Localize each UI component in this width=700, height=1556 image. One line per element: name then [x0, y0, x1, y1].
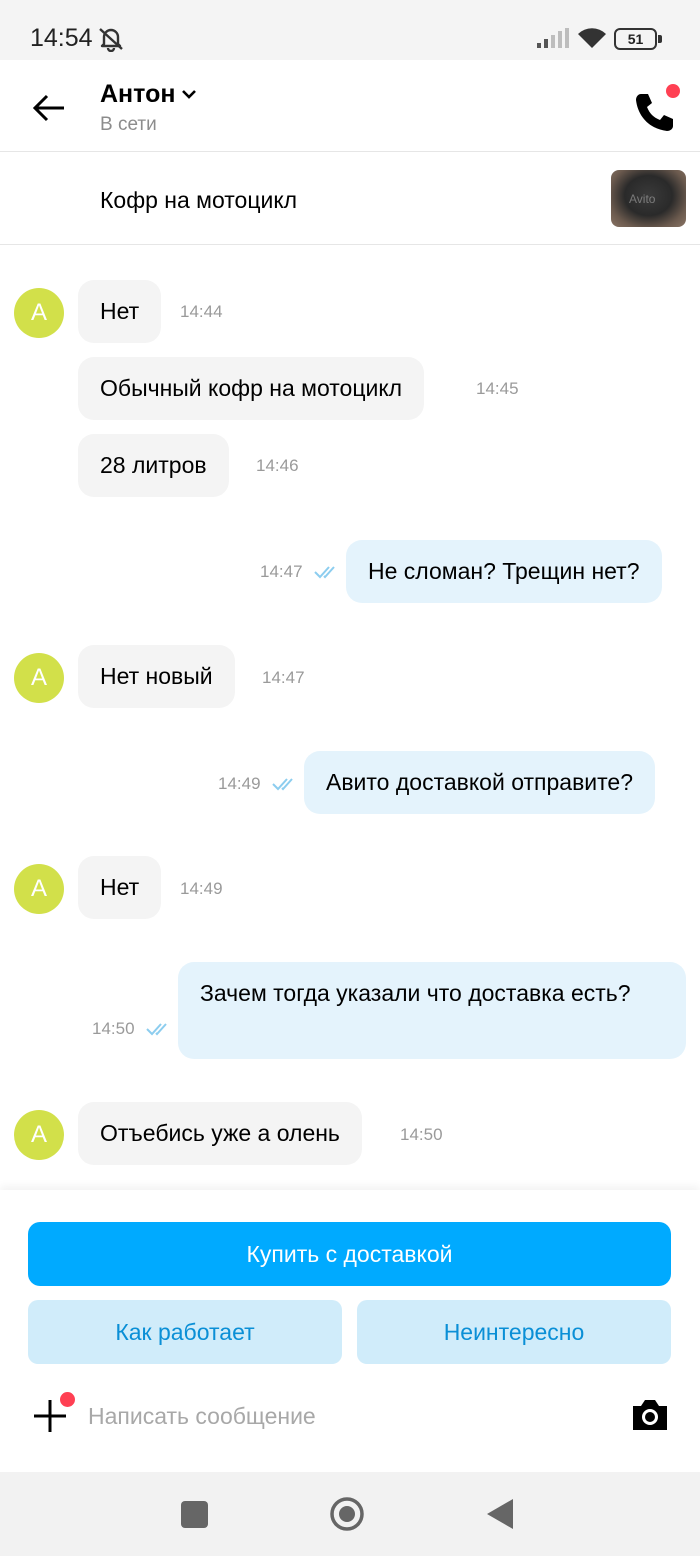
- thumb-watermark: Avito: [629, 192, 656, 206]
- battery-level: 51: [627, 31, 644, 47]
- bottom-panel: Купить с доставкой Как работает Неинтере…: [0, 1190, 700, 1472]
- message-list[interactable]: A Нет 14:44 Обычный кофр на мотоцикл 14:…: [0, 246, 700, 1190]
- wifi-icon: [578, 28, 606, 48]
- status-time: 14:54: [30, 24, 93, 52]
- message-input[interactable]: [88, 1396, 608, 1436]
- back-arrow-icon[interactable]: [30, 90, 70, 126]
- how-it-works-button[interactable]: Как работает: [28, 1300, 342, 1364]
- listing-thumbnail[interactable]: Avito: [611, 170, 686, 227]
- contact-name-button[interactable]: Антон: [100, 78, 197, 110]
- message-bubble-incoming[interactable]: Нет: [78, 856, 162, 919]
- message-bubble-incoming[interactable]: Отъебись уже а олень: [78, 1102, 362, 1165]
- avatar[interactable]: A: [14, 864, 64, 914]
- message-time: 14:49: [218, 774, 261, 793]
- message-bubble-incoming[interactable]: 28 литров: [78, 434, 229, 497]
- message-bubble-outgoing[interactable]: Зачем тогда указали что доставка есть?: [178, 962, 686, 1059]
- message-time: 14:50: [400, 1125, 443, 1144]
- recent-apps-icon[interactable]: [181, 1501, 208, 1528]
- buy-with-delivery-button[interactable]: Купить с доставкой: [28, 1222, 671, 1286]
- avatar[interactable]: A: [14, 288, 64, 338]
- signal-icon: [537, 28, 569, 48]
- camera-icon[interactable]: [631, 1398, 669, 1432]
- message-time: 14:46: [256, 456, 299, 475]
- contact-name: Антон: [100, 79, 176, 108]
- notification-dot: [666, 84, 680, 98]
- message-time: 14:44: [180, 302, 223, 321]
- chevron-down-icon: [182, 90, 197, 99]
- message-time: 14:50: [92, 1019, 135, 1038]
- back-icon[interactable]: [486, 1498, 514, 1530]
- not-interested-button[interactable]: Неинтересно: [357, 1300, 671, 1364]
- contact-status: В сети: [100, 114, 157, 135]
- message-time: 14:47: [262, 668, 305, 687]
- chat-header: Антон В сети: [0, 60, 700, 152]
- message-bubble-outgoing[interactable]: Авито доставкой отправите?: [304, 751, 655, 814]
- double-check-icon: [314, 566, 335, 579]
- message-time: 14:49: [180, 879, 223, 898]
- listing-title: Кофр на мотоцикл: [100, 187, 298, 213]
- message-bubble-outgoing[interactable]: Не сломан? Трещин нет?: [346, 540, 662, 603]
- avatar[interactable]: A: [14, 653, 64, 703]
- bell-off-icon: [99, 28, 123, 52]
- message-time: 14:45: [476, 379, 519, 398]
- double-check-icon: [272, 778, 293, 791]
- home-icon[interactable]: [329, 1496, 365, 1532]
- status-bar: 14:54 51: [0, 0, 700, 60]
- message-bubble-incoming[interactable]: Обычный кофр на мотоцикл: [78, 357, 425, 420]
- double-check-icon: [146, 1023, 167, 1036]
- message-bubble-incoming[interactable]: Нет новый: [78, 645, 235, 708]
- notification-dot: [60, 1392, 75, 1407]
- avatar[interactable]: A: [14, 1110, 64, 1160]
- system-nav-bar: [0, 1472, 700, 1556]
- listing-bar[interactable]: Кофр на мотоцикл Avito: [0, 153, 700, 245]
- message-bubble-incoming[interactable]: Нет: [78, 280, 162, 343]
- battery-icon: 51: [614, 28, 662, 50]
- message-time: 14:47: [260, 562, 303, 581]
